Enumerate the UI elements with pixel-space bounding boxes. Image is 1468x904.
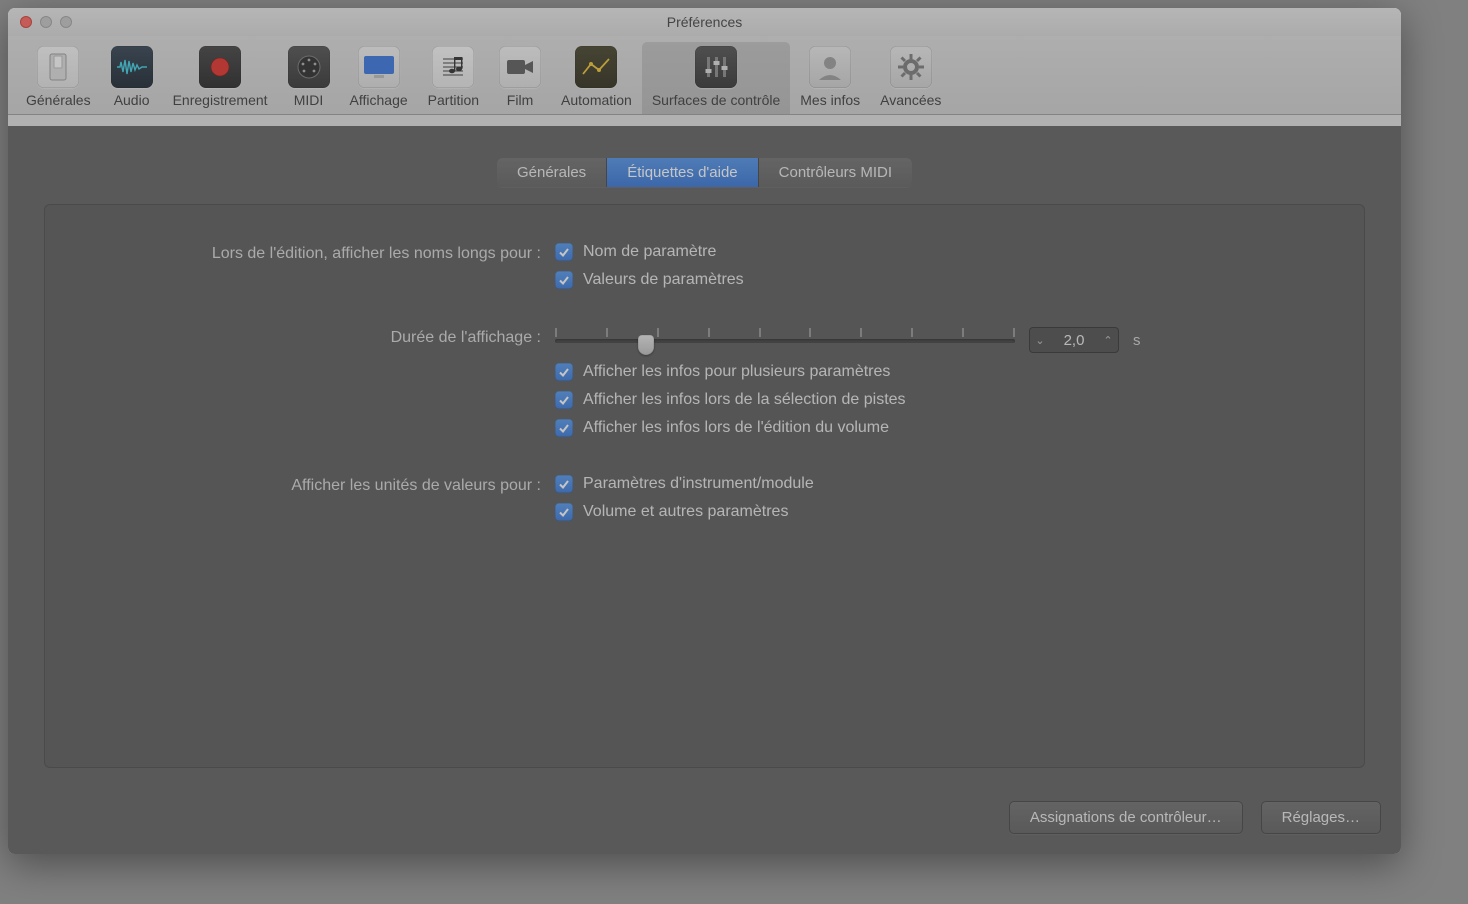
subtab-general[interactable]: Générales: [497, 158, 607, 187]
checkbox-parameter-values[interactable]: Valeurs de paramètres: [555, 271, 1324, 289]
preferences-toolbar: Générales Audio Enregistrement MIDI Affi: [8, 36, 1401, 115]
checkbox-volume-edit[interactable]: Afficher les infos lors de l'édition du …: [555, 419, 1324, 437]
subtab-segmented: Générales Étiquettes d'aide Contrôleurs …: [497, 158, 912, 187]
checkbox-label: Afficher les infos lors de l'édition du …: [583, 419, 889, 437]
checkbox-instrument-plugin[interactable]: Paramètres d'instrument/module: [555, 475, 1324, 493]
score-icon: [432, 46, 474, 88]
toolbar-label: Affichage: [350, 92, 408, 108]
checkbox-label: Volume et autres paramètres: [583, 503, 788, 521]
checkmark-icon: [555, 391, 573, 409]
checkbox-label: Nom de paramètre: [583, 243, 716, 261]
toolbar-label: Enregistrement: [173, 92, 268, 108]
unit-label: s: [1133, 332, 1141, 349]
subtab-midi-controllers[interactable]: Contrôleurs MIDI: [759, 158, 912, 187]
checkmark-icon: [555, 243, 573, 261]
titlebar: Préférences: [8, 8, 1401, 36]
display-icon: [358, 46, 400, 88]
display-duration-stepper[interactable]: ⌄ 2,0 ⌃: [1029, 327, 1119, 353]
settings-button[interactable]: Réglages…: [1261, 801, 1381, 834]
checkbox-label: Afficher les infos lors de la sélection …: [583, 391, 906, 409]
toolbar-item-display[interactable]: Affichage: [340, 42, 418, 114]
switch-icon: [37, 46, 79, 88]
settings-panel: Lors de l'édition, afficher les noms lon…: [44, 204, 1365, 768]
toolbar-item-general[interactable]: Générales: [16, 42, 101, 114]
checkmark-icon: [555, 475, 573, 493]
checkmark-icon: [555, 271, 573, 289]
slider-track: [555, 339, 1015, 343]
toolbar-label: Audio: [114, 92, 150, 108]
slider-ticks: [555, 328, 1015, 338]
preferences-window: Préférences Générales Audio Enregistreme…: [8, 8, 1401, 854]
sliders-icon: [695, 46, 737, 88]
checkbox-parameter-name[interactable]: Nom de paramètre: [555, 243, 1324, 261]
toolbar-item-my-info[interactable]: Mes infos: [790, 42, 870, 114]
checkmark-icon: [555, 503, 573, 521]
subtab-help-tags[interactable]: Étiquettes d'aide: [607, 158, 758, 187]
toolbar-label: Automation: [561, 92, 632, 108]
checkbox-label: Paramètres d'instrument/module: [583, 475, 814, 493]
display-duration-slider[interactable]: [555, 328, 1015, 352]
checkbox-label: Afficher les infos pour plusieurs paramè…: [583, 363, 890, 381]
camera-icon: [499, 46, 541, 88]
person-icon: [809, 46, 851, 88]
toolbar-label: Film: [507, 92, 533, 108]
waveform-icon: [111, 46, 153, 88]
toolbar-item-movie[interactable]: Film: [489, 42, 551, 114]
automation-icon: [575, 46, 617, 88]
toolbar-label: Avancées: [880, 92, 941, 108]
stepper-value: 2,0: [1051, 332, 1097, 349]
toolbar-item-automation[interactable]: Automation: [551, 42, 642, 114]
toolbar-label: Surfaces de contrôle: [652, 92, 780, 108]
checkmark-icon: [555, 363, 573, 381]
record-icon: [199, 46, 241, 88]
checkbox-label: Valeurs de paramètres: [583, 271, 744, 289]
toolbar-label: Mes infos: [800, 92, 860, 108]
toolbar-item-midi[interactable]: MIDI: [278, 42, 340, 114]
label-display-duration: Durée de l'affichage :: [85, 327, 555, 347]
content-area: Générales Étiquettes d'aide Contrôleurs …: [8, 126, 1401, 854]
stepper-up-icon[interactable]: ⌃: [1097, 334, 1119, 347]
toolbar-item-advanced[interactable]: Avancées: [870, 42, 951, 114]
slider-knob[interactable]: [638, 335, 654, 355]
midi-icon: [288, 46, 330, 88]
toolbar-label: Générales: [26, 92, 91, 108]
controller-assignments-button[interactable]: Assignations de contrôleur…: [1009, 801, 1243, 834]
toolbar-item-recording[interactable]: Enregistrement: [163, 42, 278, 114]
toolbar-label: Partition: [428, 92, 479, 108]
toolbar-item-control-surfaces[interactable]: Surfaces de contrôle: [642, 42, 790, 114]
toolbar-item-audio[interactable]: Audio: [101, 42, 163, 114]
checkmark-icon: [555, 419, 573, 437]
window-title: Préférences: [8, 14, 1401, 30]
checkbox-volume-other[interactable]: Volume et autres paramètres: [555, 503, 1324, 521]
checkbox-multi-params[interactable]: Afficher les infos pour plusieurs paramè…: [555, 363, 1324, 381]
checkbox-track-select[interactable]: Afficher les infos lors de la sélection …: [555, 391, 1324, 409]
gear-icon: [890, 46, 932, 88]
toolbar-item-score[interactable]: Partition: [418, 42, 489, 114]
label-value-units: Afficher les unités de valeurs pour :: [85, 475, 555, 495]
subtab-row: Générales Étiquettes d'aide Contrôleurs …: [8, 126, 1401, 187]
label-long-names: Lors de l'édition, afficher les noms lon…: [85, 243, 555, 263]
footer-buttons: Assignations de contrôleur… Réglages…: [1009, 801, 1381, 834]
toolbar-label: MIDI: [294, 92, 324, 108]
stepper-down-icon[interactable]: ⌄: [1029, 334, 1051, 347]
